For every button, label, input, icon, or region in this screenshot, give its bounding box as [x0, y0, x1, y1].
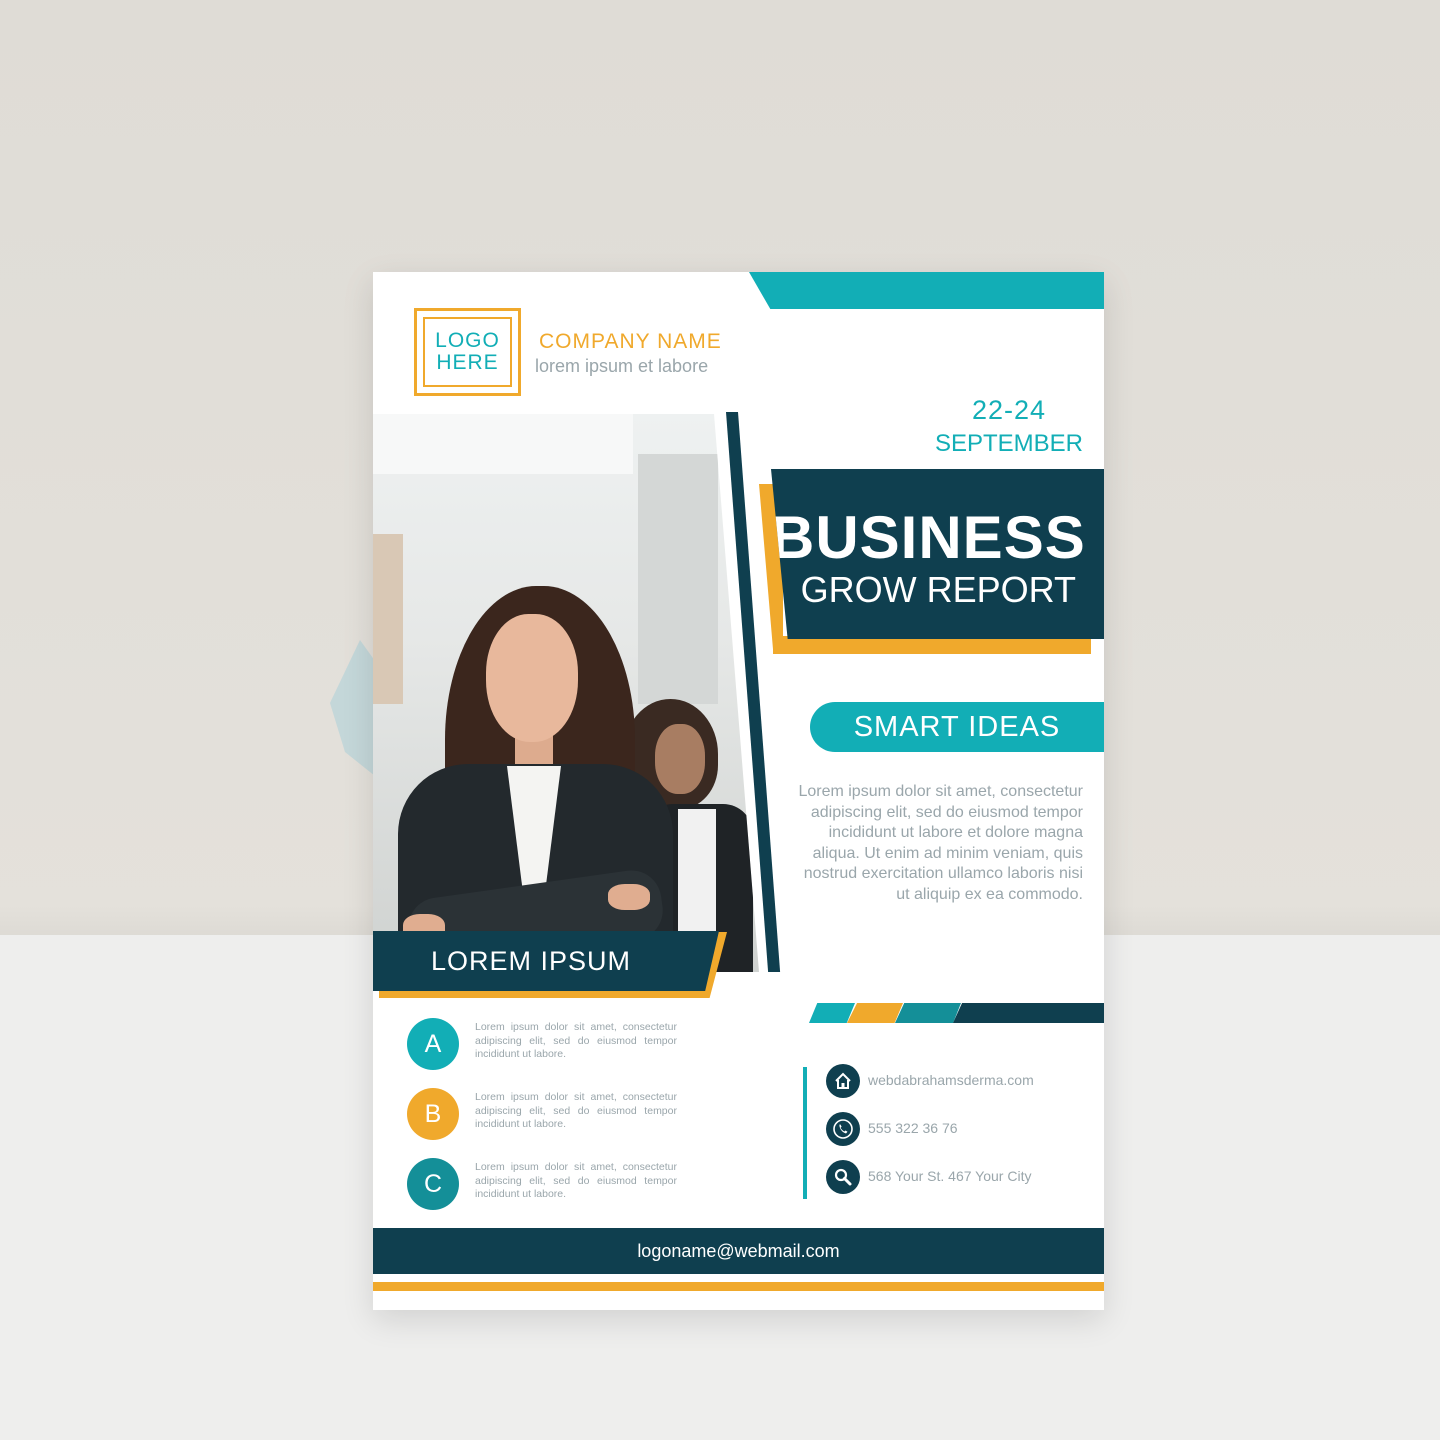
- businesswoman-photo: [373, 414, 759, 972]
- contact-address-text: 568 Your St. 467 Your City: [868, 1168, 1032, 1184]
- feature-badge-c: C: [407, 1158, 459, 1210]
- photo-pillar: [373, 534, 403, 704]
- feature-letter: A: [424, 1029, 442, 1058]
- feature-item-a: A Lorem ipsum dolor sit amet, consectetu…: [407, 1018, 677, 1070]
- smart-ideas-heading: SMART IDEAS: [853, 710, 1061, 743]
- home-icon: [826, 1064, 860, 1098]
- phone-icon: [826, 1112, 860, 1146]
- event-month: SEPTEMBER: [934, 430, 1084, 457]
- logo-text-line1: LOGO: [435, 329, 500, 352]
- photo-window: [373, 414, 633, 474]
- contact-divider: [803, 1067, 807, 1199]
- lorem-ipsum-heading: LOREM IPSUM: [430, 945, 632, 976]
- stripe-orange: [847, 1003, 903, 1023]
- title-sub: GROW REPORT: [800, 569, 1076, 610]
- smart-ideas-body: Lorem ipsum dolor sit amet, consectetur …: [798, 783, 1083, 903]
- contact-phone-text: 555 322 36 76: [868, 1120, 958, 1136]
- stripe-navy: [953, 1003, 1104, 1023]
- feature-letter: C: [423, 1169, 443, 1198]
- photo-door: [638, 454, 718, 704]
- feature-item-c: C Lorem ipsum dolor sit amet, consectetu…: [407, 1158, 677, 1210]
- feature-text: Lorem ipsum dolor sit amet, consectetur …: [475, 1021, 677, 1060]
- footer-bar: logoname@webmail.com: [373, 1228, 1104, 1274]
- flyer: LOGO HERE COMPANY NAME lorem ipsum et la…: [373, 272, 1104, 1310]
- footer-email: logoname@webmail.com: [637, 1240, 840, 1261]
- top-accent-bar: [749, 272, 1104, 309]
- contact-website: webdabrahamsderma.com: [826, 1064, 1086, 1098]
- contact-website-text: webdabrahamsderma.com: [868, 1072, 1034, 1088]
- stripe-dark-teal: [895, 1003, 961, 1023]
- photo-woman-face: [486, 614, 578, 742]
- company-tagline: lorem ipsum et labore: [535, 356, 709, 376]
- footer-accent-stripe: [373, 1282, 1104, 1291]
- color-stripe-band: [809, 1003, 1104, 1023]
- photo-background-person-face: [655, 724, 705, 794]
- contact-phone: 555 322 36 76: [826, 1112, 1086, 1146]
- lorem-ipsum-banner: LOREM IPSUM: [373, 931, 719, 991]
- photo-woman-hand-right: [608, 884, 650, 910]
- company-name: COMPANY NAME: [539, 330, 722, 353]
- logo-text-line2: HERE: [436, 351, 499, 374]
- feature-text: Lorem ipsum dolor sit amet, consectetur …: [475, 1161, 677, 1200]
- feature-item-b: B Lorem ipsum dolor sit amet, consectetu…: [407, 1088, 677, 1140]
- logo-inner-frame: LOGO HERE: [423, 317, 512, 387]
- feature-badge-b: B: [407, 1088, 459, 1140]
- title-main: BUSINESS: [771, 504, 1086, 571]
- logo-placeholder: LOGO HERE: [414, 308, 521, 396]
- feature-badge-a: A: [407, 1018, 459, 1070]
- event-days: 22-24: [971, 395, 1047, 425]
- smart-ideas-banner: SMART IDEAS: [810, 702, 1104, 752]
- feature-letter: B: [424, 1099, 442, 1128]
- photo-background-person-shirt: [678, 809, 716, 949]
- stripe-teal: [809, 1003, 855, 1023]
- contact-address: 568 Your St. 467 Your City: [826, 1160, 1086, 1194]
- title-block: BUSINESS GROW REPORT: [771, 469, 1104, 639]
- search-icon: [826, 1160, 860, 1194]
- feature-text: Lorem ipsum dolor sit amet, consectetur …: [475, 1091, 677, 1130]
